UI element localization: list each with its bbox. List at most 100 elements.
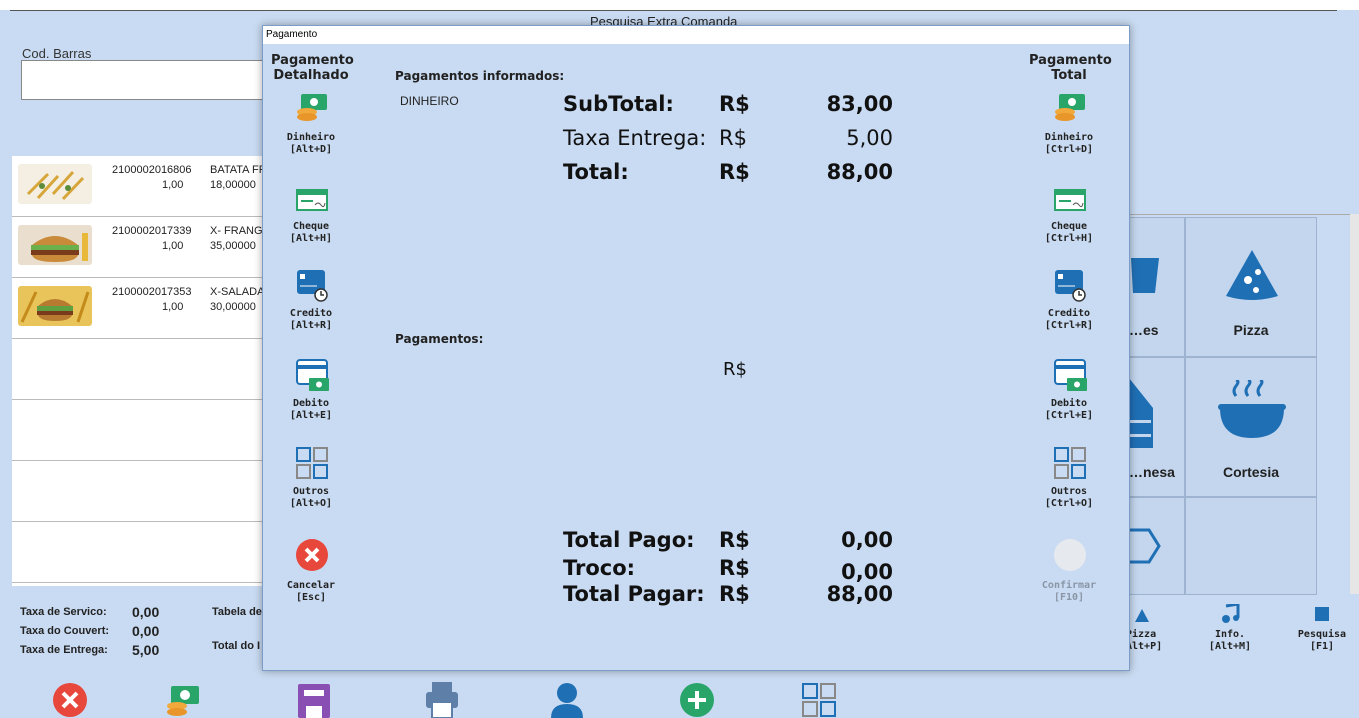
- troco-label: Troco:: [563, 556, 636, 580]
- music-icon: [1222, 604, 1240, 623]
- list-item-empty: [12, 522, 274, 583]
- pagamentos-label: Pagamentos:: [395, 332, 484, 346]
- category-grid: …es Pizza …nesa Cortesia: [1128, 214, 1359, 595]
- fries-thumbnail: [18, 164, 92, 204]
- right-header: Pagamento Total: [1029, 53, 1112, 83]
- credit-card-icon: [1055, 270, 1086, 302]
- item-name: X-SALADA: [210, 286, 265, 298]
- item-qty: 1,00: [162, 179, 184, 191]
- cash-icon[interactable]: [165, 682, 201, 718]
- subtotal-label: SubTotal:: [563, 92, 674, 116]
- save-icon[interactable]: [296, 682, 332, 718]
- user-icon[interactable]: [549, 682, 585, 718]
- category-tile-pizza[interactable]: Pizza: [1185, 217, 1317, 357]
- button-shortcut: [F10]: [1053, 592, 1085, 603]
- confirm-icon: [1054, 539, 1086, 571]
- item-code: 2100002016806: [112, 164, 192, 176]
- total-pagar-currency: R$: [719, 582, 750, 606]
- item-qty: 1,00: [162, 240, 184, 252]
- category-label: Pizza: [1233, 322, 1269, 338]
- taxa-couvert-label: Taxa do Couvert:: [20, 625, 110, 637]
- debit-card-icon: [296, 359, 329, 391]
- drink-icon: [1131, 258, 1159, 293]
- list-item-empty: [12, 339, 274, 400]
- button-label: Confirmar: [1041, 580, 1097, 591]
- shortcut-key: [F1]: [1309, 641, 1335, 652]
- total-pagar-label: Total Pagar:: [563, 582, 705, 606]
- cancel-icon: [296, 539, 328, 571]
- button-label: Debito: [292, 398, 330, 409]
- burger-thumbnail: [18, 225, 92, 265]
- shortcut-key: [Alt+M]: [1208, 641, 1252, 652]
- cash-icon: [297, 94, 327, 121]
- button-shortcut: [Alt+E]: [289, 410, 333, 421]
- button-shortcut: [Ctrl+R]: [1044, 320, 1094, 331]
- cod-barras-label: Cod. Barras: [22, 46, 92, 61]
- window-border: [10, 10, 1337, 11]
- subtotal-currency: R$: [719, 92, 750, 116]
- category-tile-drinks[interactable]: …es: [1128, 217, 1185, 357]
- button-shortcut: [Ctrl+E]: [1044, 410, 1094, 421]
- dialog-title: Pagamento: [263, 26, 1129, 44]
- taxa-couvert-value: 0,00: [132, 623, 160, 639]
- category-scrollbar[interactable]: [1350, 214, 1359, 594]
- total-value: 88,00: [826, 160, 893, 184]
- stop-icon: [1315, 607, 1329, 621]
- item-price: 18,00000: [210, 179, 256, 191]
- shortcut-label: Info.: [1214, 629, 1246, 640]
- window-top-strip: [0, 0, 1359, 10]
- payment-method-item[interactable]: DINHEIRO: [400, 94, 459, 108]
- category-tile-box[interactable]: …nesa: [1128, 357, 1185, 497]
- button-shortcut: [Alt+H]: [289, 233, 333, 244]
- button-label: Dinheiro: [1044, 132, 1094, 143]
- list-item[interactable]: 2100002016806 1,00 BATATA FRITA 18,00000: [12, 156, 283, 217]
- category-tile-cortesia[interactable]: Cortesia: [1185, 357, 1317, 497]
- taxa-entrega-label: Taxa de Entrega:: [20, 644, 108, 656]
- shortcut-pizza[interactable]: Pizza Alt+P]: [1126, 629, 1162, 653]
- button-label: Outros: [1050, 486, 1088, 497]
- shortcut-label: Pesquisa: [1297, 629, 1347, 640]
- taxa-entrega-label: Taxa Entrega:: [563, 126, 707, 150]
- item-code: 2100002017353: [112, 286, 192, 298]
- grid-icon[interactable]: [801, 682, 837, 718]
- pagamentos-informados-label: Pagamentos informados:: [395, 69, 565, 83]
- troco-value: 0,00: [841, 560, 893, 584]
- total-label: Total do I: [212, 640, 261, 652]
- pagamentos-currency: R$: [723, 359, 747, 380]
- taxa-entrega-value: 5,00: [846, 126, 893, 150]
- button-shortcut: [Alt+O]: [289, 498, 333, 509]
- item-qty: 1,00: [162, 301, 184, 313]
- tag-icon: [1129, 528, 1161, 564]
- list-item[interactable]: 2100002017339 1,00 X- FRANGO 35,00000: [12, 217, 274, 278]
- item-price: 30,00000: [210, 301, 256, 313]
- printer-icon[interactable]: [424, 682, 460, 718]
- list-item[interactable]: 2100002017353 1,00 X-SALADA 30,00000: [12, 278, 274, 339]
- button-label: Debito: [1050, 398, 1088, 409]
- total-pago-value: 0,00: [841, 528, 893, 552]
- box-icon: [1129, 378, 1153, 448]
- add-icon[interactable]: [679, 682, 715, 718]
- button-label: Credito: [1047, 308, 1091, 319]
- total-currency: R$: [719, 160, 750, 184]
- left-header: Pagamento Detalhado: [271, 53, 354, 83]
- category-label: …es: [1129, 322, 1159, 338]
- shortcut-pesquisa[interactable]: Pesquisa [F1]: [1290, 629, 1354, 653]
- soup-icon: [1218, 380, 1286, 438]
- category-label: Cortesia: [1222, 464, 1280, 480]
- button-shortcut: [Alt+R]: [289, 320, 333, 331]
- button-label: Cheque: [1050, 221, 1088, 232]
- taxa-servico-label: Taxa de Servico:: [20, 606, 107, 618]
- cancel-icon[interactable]: [52, 682, 88, 718]
- subtotal-value: 83,00: [826, 92, 893, 116]
- cod-barras-input[interactable]: [21, 60, 271, 100]
- button-label: Cancelar: [286, 580, 336, 591]
- cash-icon: [1055, 94, 1085, 121]
- category-tile-more[interactable]: [1128, 497, 1185, 595]
- category-label: …nesa: [1129, 464, 1175, 480]
- credit-card-icon: [297, 270, 328, 302]
- button-label: Dinheiro: [286, 132, 336, 143]
- shortcut-info[interactable]: Info. [Alt+M]: [1200, 629, 1260, 653]
- category-tile-empty: [1185, 497, 1317, 595]
- button-shortcut: [Alt+D]: [289, 144, 333, 155]
- payment-dialog: Pagamento Pagamento Detalhado Pagamento …: [262, 25, 1130, 671]
